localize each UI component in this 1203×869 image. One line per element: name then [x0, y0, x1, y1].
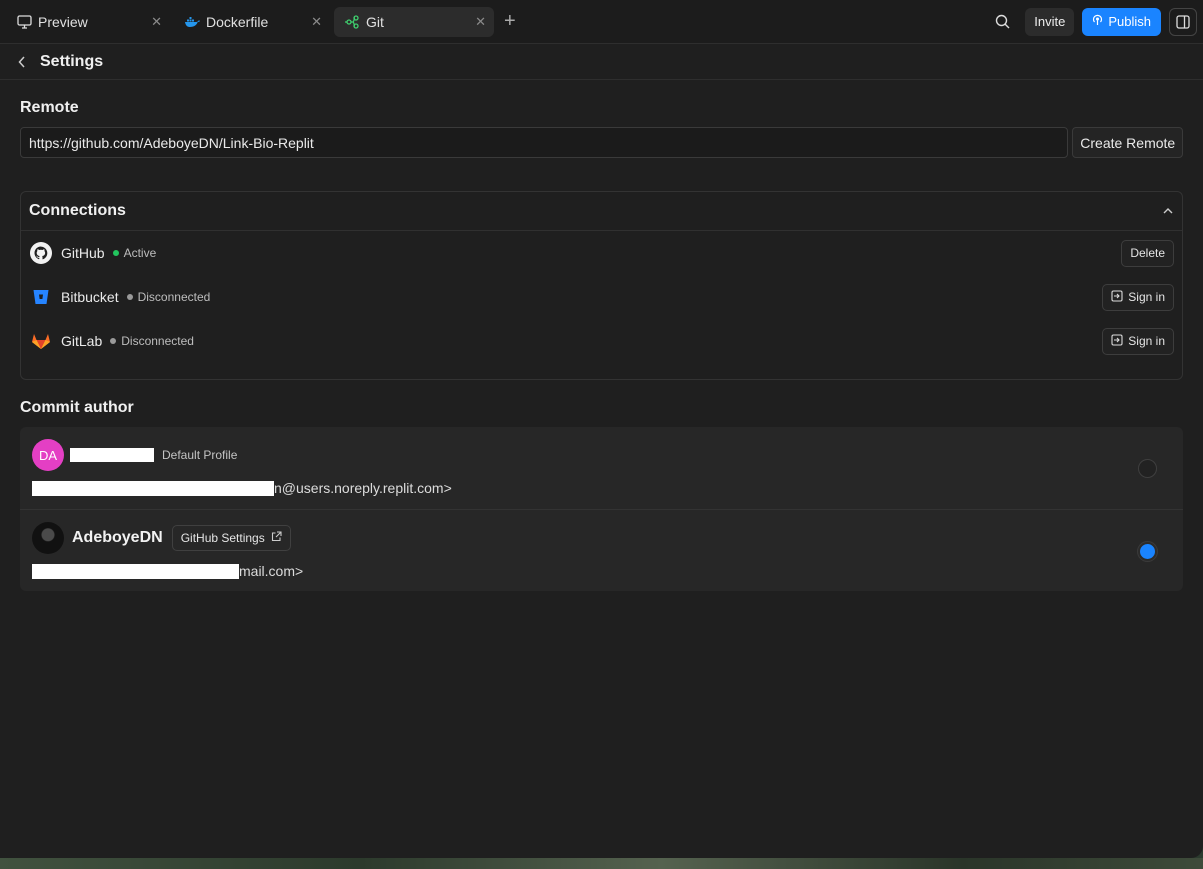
connections-header[interactable]: Connections: [21, 192, 1182, 231]
publish-button[interactable]: Publish: [1082, 7, 1161, 36]
tab-label: Preview: [38, 13, 88, 30]
bitbucket-icon: [29, 285, 53, 309]
status-dot: [112, 250, 119, 256]
connection-row-gitlab: GitLab Disconnected Sign in: [21, 319, 1182, 363]
github-icon: [29, 241, 53, 265]
settings-content: Remote Create Remote Connections GitHub …: [0, 99, 1203, 591]
tab-dockerfile[interactable]: Dockerfile ✕: [174, 7, 330, 37]
add-tab-icon[interactable]: +: [504, 10, 516, 33]
commit-author-heading: Commit author: [20, 399, 134, 416]
sign-in-label: Sign in: [1128, 334, 1165, 348]
author-radio-selected[interactable]: [1138, 542, 1157, 561]
author-radio[interactable]: [1138, 459, 1157, 478]
redacted-name: [70, 448, 154, 462]
provider-name: Bitbucket: [61, 289, 119, 305]
author-option-github[interactable]: AdeboyeDN GitHub Settings mail.com>: [20, 509, 1183, 591]
connections-heading: Connections: [29, 202, 126, 219]
email-suffix: n@users.noreply.replit.com>: [274, 480, 452, 496]
docker-icon: [184, 14, 200, 30]
sign-in-button[interactable]: Sign in: [1102, 327, 1174, 355]
status-badge: Disconnected: [137, 290, 211, 304]
author-name: AdeboyeDN: [72, 529, 163, 546]
github-settings-button[interactable]: GitHub Settings: [171, 525, 291, 551]
tab-preview[interactable]: Preview ✕: [6, 7, 170, 37]
email-suffix: mail.com>: [239, 563, 304, 579]
remote-url-input[interactable]: [20, 127, 1069, 158]
topbar-actions: Invite Publish: [987, 7, 1197, 37]
tab-bar: Preview ✕ Dockerfile ✕ Git ✕ + Invite Pu…: [0, 0, 1203, 44]
connection-row-github: GitHub Active Delete: [21, 231, 1182, 275]
gitlab-icon: [29, 329, 53, 353]
desktop-background: [0, 858, 1203, 869]
delete-button[interactable]: Delete: [1121, 239, 1174, 267]
provider-name: GitLab: [61, 333, 103, 349]
tab-label: Dockerfile: [206, 13, 269, 30]
external-link-icon: [271, 531, 282, 545]
sidebar-toggle-icon[interactable]: [1169, 7, 1197, 36]
connection-row-bitbucket: Bitbucket Disconnected Sign in: [21, 275, 1182, 319]
chevron-left-icon[interactable]: [14, 55, 30, 68]
avatar: [32, 522, 64, 554]
profile-tag: Default Profile: [162, 448, 238, 462]
redacted-email: [32, 563, 239, 579]
author-header: DA Default Profile: [32, 439, 1171, 471]
status-badge: Disconnected: [121, 334, 194, 348]
close-icon[interactable]: ✕: [475, 14, 486, 30]
publish-label: Publish: [1108, 14, 1151, 29]
sign-in-icon: [1111, 333, 1123, 349]
tab-git[interactable]: Git ✕: [334, 6, 494, 37]
sign-in-button[interactable]: Sign in: [1102, 283, 1174, 311]
status-dot: [110, 338, 117, 344]
close-icon[interactable]: ✕: [311, 14, 322, 30]
broadcast-icon: [1092, 14, 1103, 29]
author-header: AdeboyeDN GitHub Settings: [32, 522, 1171, 554]
invite-button[interactable]: Invite: [1025, 7, 1075, 36]
redacted-email: [32, 480, 274, 496]
status-badge: Active: [123, 246, 157, 260]
avatar: DA: [32, 439, 64, 471]
provider-name: GitHub: [61, 245, 105, 261]
settings-header: Settings: [0, 44, 1203, 80]
author-email: mail.com>: [32, 563, 1171, 579]
app-window: Preview ✕ Dockerfile ✕ Git ✕ + Invite Pu…: [0, 0, 1203, 858]
sign-in-icon: [1111, 289, 1123, 305]
tab-label: Git: [366, 13, 384, 30]
page-title: Settings: [40, 52, 104, 70]
create-remote-button[interactable]: Create Remote: [1072, 127, 1183, 158]
monitor-icon: [16, 14, 32, 30]
author-option-default[interactable]: DA Default Profile n@users.noreply.repli…: [20, 427, 1183, 509]
remote-heading: Remote: [20, 99, 79, 116]
git-branch-icon: [344, 14, 360, 30]
remote-row: Create Remote: [20, 127, 1183, 158]
connections-panel: Connections GitHub Active Delete Bitbuck…: [20, 191, 1183, 380]
author-email: n@users.noreply.replit.com>: [32, 480, 1171, 496]
close-icon[interactable]: ✕: [151, 14, 162, 30]
chevron-up-icon[interactable]: [1162, 202, 1174, 220]
github-settings-label: GitHub Settings: [180, 531, 265, 545]
search-icon[interactable]: [987, 7, 1017, 37]
status-dot: [126, 294, 133, 300]
sign-in-label: Sign in: [1128, 290, 1165, 304]
author-list: DA Default Profile n@users.noreply.repli…: [20, 427, 1183, 591]
